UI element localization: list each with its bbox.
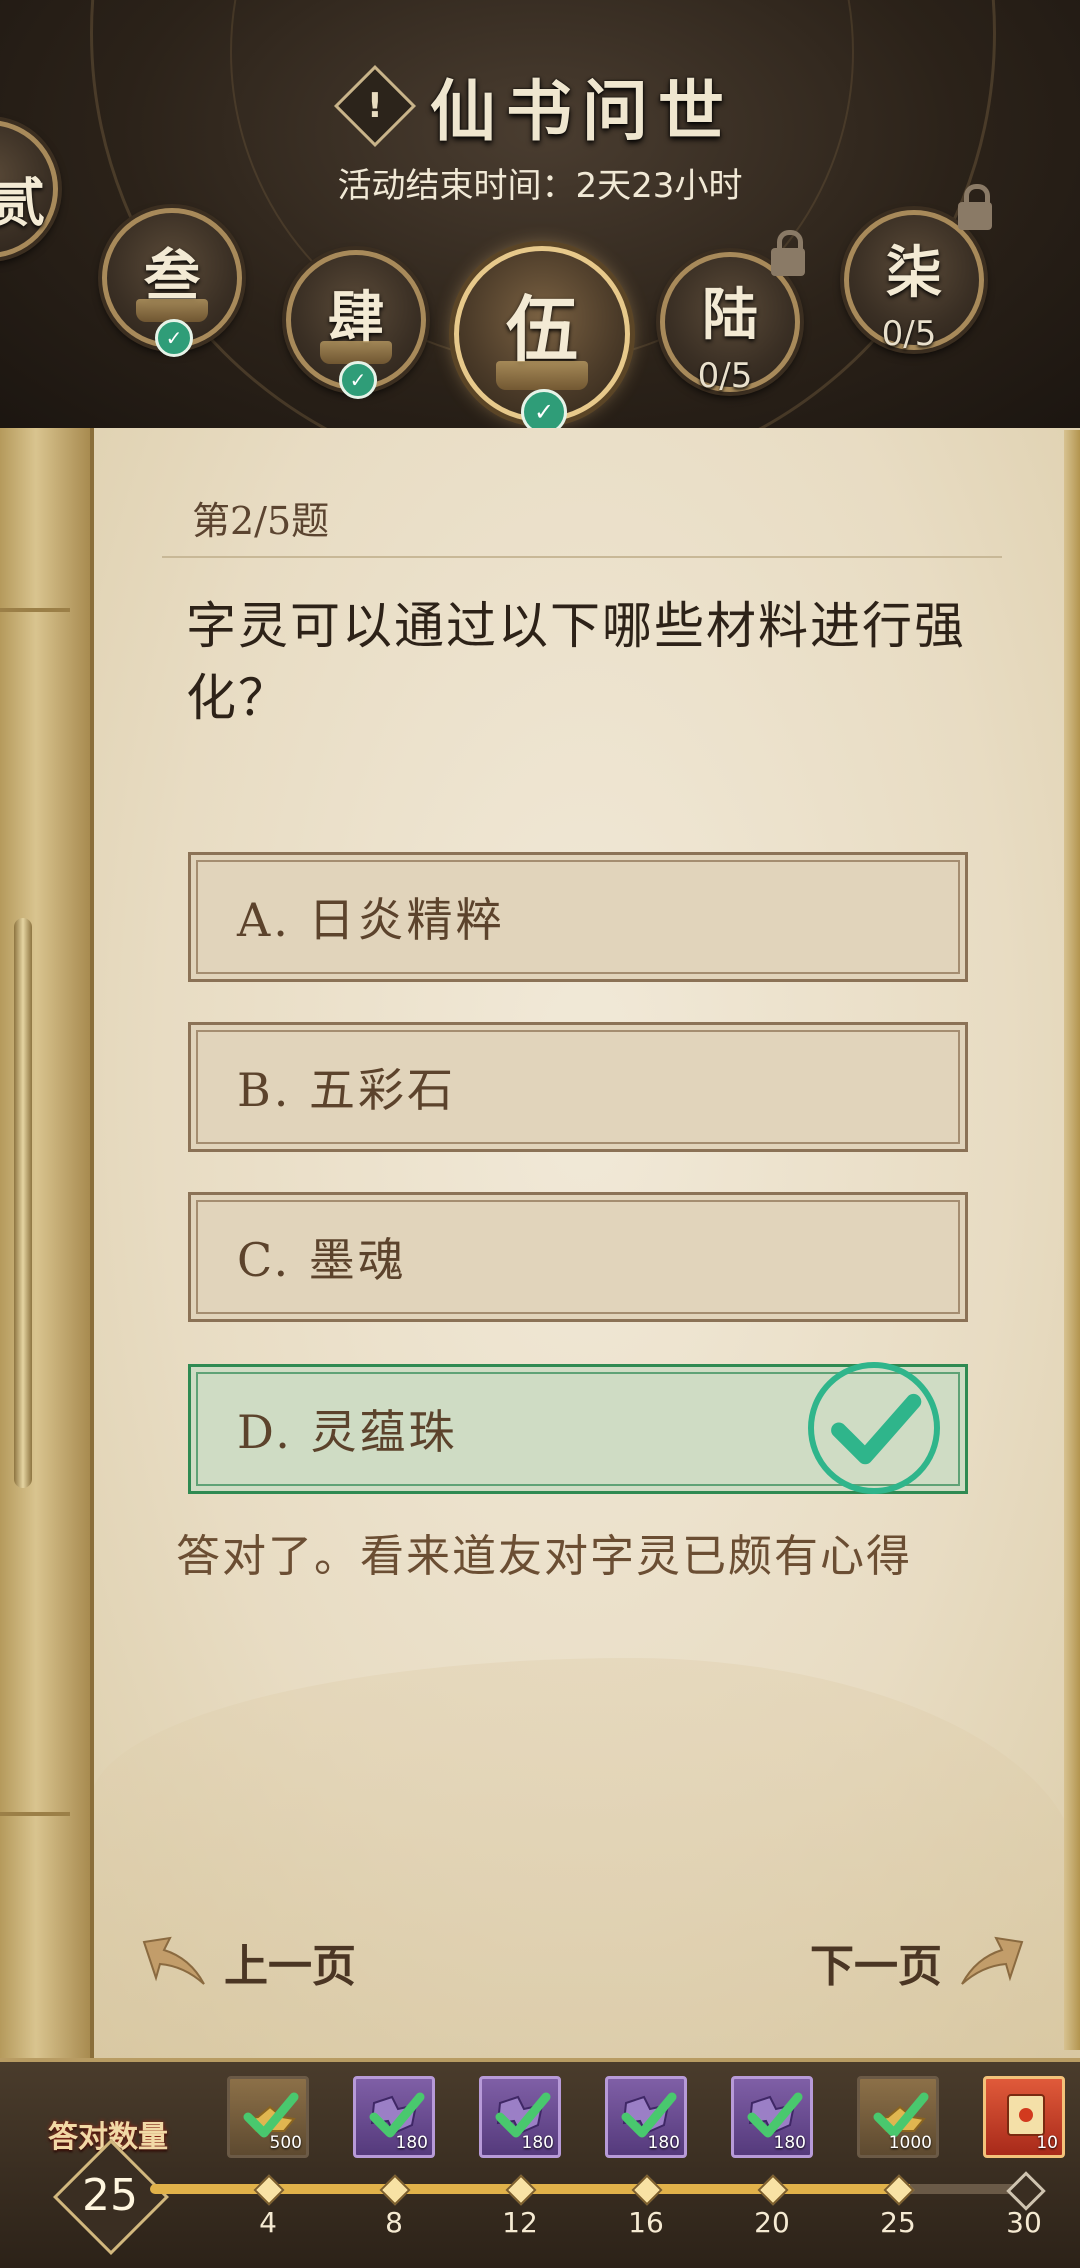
- next-page-label: 下一页: [810, 1941, 942, 1992]
- milestone-tick-label: 20: [754, 2206, 790, 2239]
- reward-item-12[interactable]: 180: [479, 2076, 561, 2158]
- scroll-rod-left: [0, 428, 94, 2058]
- lock-icon: [771, 230, 805, 276]
- option-c[interactable]: C. 墨魂: [188, 1192, 968, 1322]
- title-row: ! 仙书问世: [0, 58, 1080, 154]
- correct-count-value: 25: [82, 2170, 138, 2221]
- progress-track-remaining: [910, 2184, 1020, 2194]
- reward-item-25[interactable]: 1000: [857, 2076, 939, 2158]
- arrow-left-icon: [142, 1936, 205, 1985]
- answer-feedback: 答对了。看来道友对字灵已颇有心得: [176, 1531, 912, 1582]
- option-label: A. 日炎精粹: [237, 893, 505, 947]
- reward-amount: 180: [521, 2133, 554, 2153]
- reward-item-30[interactable]: 10: [983, 2076, 1065, 2158]
- exclamation-icon[interactable]: !: [333, 64, 417, 148]
- prev-page-button[interactable]: 上一页: [140, 1930, 356, 1994]
- check-icon: ✓: [155, 319, 193, 357]
- reward-amount: 10: [1036, 2133, 1058, 2153]
- reward-amount: 1000: [888, 2133, 932, 2153]
- arrow-right-icon: [961, 1936, 1024, 1985]
- prev-page-label: 上一页: [224, 1941, 356, 1992]
- reward-amount: 180: [773, 2133, 806, 2153]
- book-icon: [495, 360, 589, 391]
- reward-item-8[interactable]: 180: [353, 2076, 435, 2158]
- lock-icon: [958, 184, 992, 230]
- chapter-4[interactable]: 肆 ✓: [286, 250, 426, 399]
- milestone-tick-label: 25: [880, 2206, 916, 2239]
- milestone-tick-label: 8: [385, 2206, 403, 2239]
- rod-frame: [0, 608, 70, 1816]
- cloud-decoration: [90, 1658, 1080, 2058]
- milestone-tick-label: 4: [259, 2206, 277, 2239]
- event-header: ! 仙书问世 活动结束时间：2天23小时 贰 叁 ✓ 肆 ✓ 伍 ✓ 陆 0/5…: [0, 0, 1080, 440]
- check-icon: ✓: [339, 361, 377, 399]
- red-envelope-icon: [1007, 2094, 1045, 2136]
- reward-item-4[interactable]: 500: [227, 2076, 309, 2158]
- event-end-time: 活动结束时间：2天23小时: [337, 166, 743, 206]
- option-label: D. 灵蕴珠: [237, 1405, 458, 1459]
- option-b[interactable]: B. 五彩石: [188, 1022, 968, 1152]
- divider: [162, 556, 1002, 558]
- reward-amount: 180: [395, 2133, 428, 2153]
- option-label: C. 墨魂: [237, 1233, 407, 1287]
- scroll-edge-right: [1064, 430, 1080, 2050]
- chapter-5[interactable]: 伍 ✓: [454, 246, 630, 435]
- correct-check-icon: [808, 1362, 940, 1494]
- next-page-button[interactable]: 下一页: [810, 1930, 1026, 1994]
- option-label: B. 五彩石: [237, 1063, 457, 1117]
- reward-item-16[interactable]: 180: [605, 2076, 687, 2158]
- question-text: 字灵可以通过以下哪些材料进行强化？: [186, 597, 966, 727]
- milestone-tick-label: 30: [1006, 2206, 1042, 2239]
- reward-amount: 180: [647, 2133, 680, 2153]
- option-a[interactable]: A. 日炎精粹: [188, 852, 968, 982]
- reward-item-20[interactable]: 180: [731, 2076, 813, 2158]
- event-title: 仙书问世: [430, 72, 734, 150]
- chapter-6-progress: 0/5: [697, 356, 753, 396]
- milestone-tick-label: 16: [628, 2206, 664, 2239]
- chapter-3[interactable]: 叁 ✓: [102, 208, 242, 357]
- scrollbar[interactable]: [14, 918, 32, 1488]
- chapter-7-progress: 0/5: [881, 314, 937, 354]
- milestone-tick-label: 12: [502, 2206, 538, 2239]
- question-number: 第2/5题: [192, 499, 330, 543]
- reward-amount: 500: [269, 2133, 302, 2153]
